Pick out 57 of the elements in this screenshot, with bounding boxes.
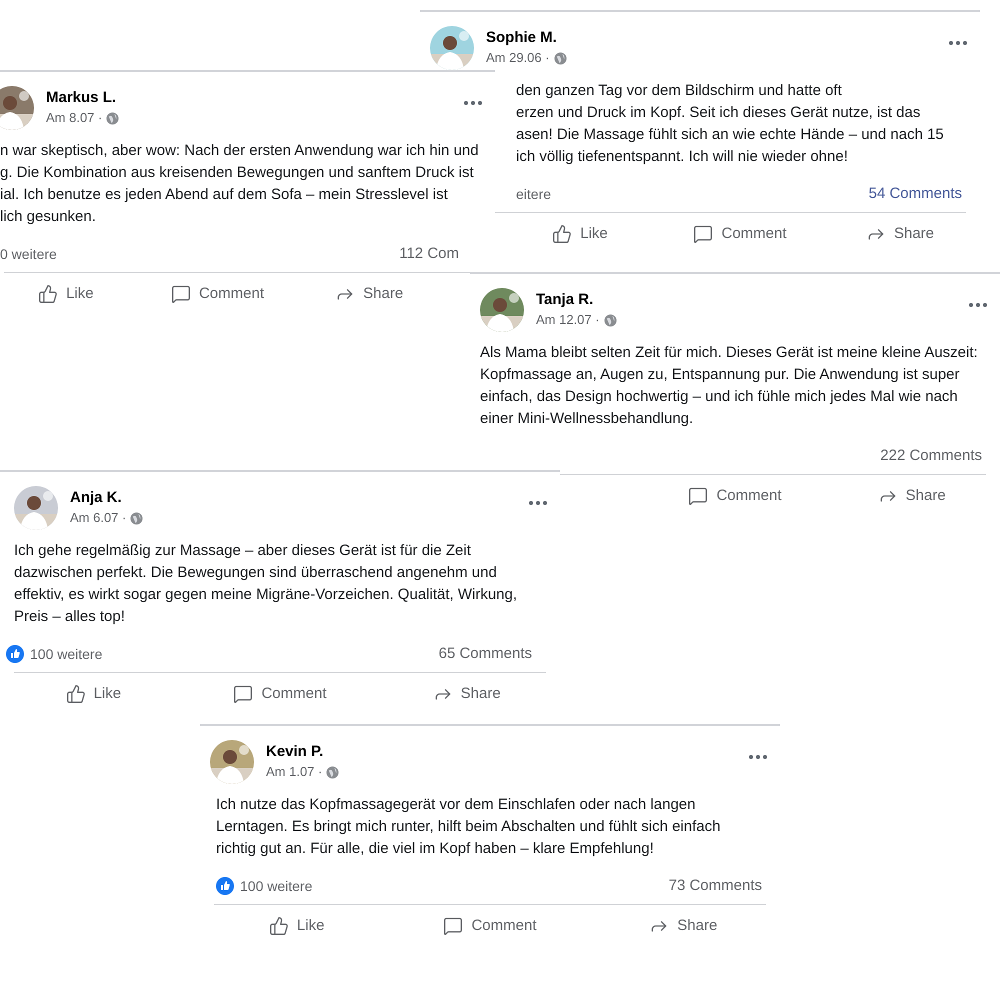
share-button[interactable]: Share <box>586 909 780 944</box>
comment-count[interactable]: 73 Comments <box>668 874 762 898</box>
thumbs-up-icon <box>552 224 572 244</box>
post-text: Als Mama bleibt selten Zeit für mich. Dieses Gerät ist meine kleine Auszeit: Kopfmassage an, Augen zu, Entspannung pur. Die Anwendung ist super einfach, das Design hochwertig – und ich fühle mich jedes Mal wie nach einer Mini-Wellnessbehandlung. <box>479 343 979 429</box>
post-text: Ich nutze das Kopfmassagegerät vor dem Einschlafen oder nach langen Lerntagen. Es bringt mich runter, hilft beim Abschalten und fühlt sich einfach richtig gut an. Für alle, die viel im Kopf haben – klare Empfehlung! <box>215 795 722 859</box>
reaction-count[interactable]: 0 weitere <box>0 244 57 264</box>
author-name[interactable]: Anja K. <box>70 488 144 508</box>
globe-icon <box>106 112 120 124</box>
like-button[interactable]: Like <box>200 909 394 944</box>
author-name[interactable]: Tanja R. <box>536 290 617 310</box>
comment-button[interactable]: Comment <box>660 217 820 252</box>
post-text: Ich gehe regelmäßig zur Massage – aber dieses Gerät ist für die Zeit dazwischen perfekt. Die Bewegungen sind überraschend angenehm und effektiv, es wirkt sogar gegen meine Migräne-Vorzeichen. Qualität, Wirkung, Preis – alles top! <box>13 541 518 627</box>
comment-count[interactable]: 222 Comments <box>880 444 982 468</box>
author-name[interactable]: Sophie M. <box>486 28 567 48</box>
globe-icon <box>604 314 617 326</box>
author-name[interactable]: Markus L. <box>46 88 120 108</box>
post-date: Am 6.07 · <box>70 509 126 528</box>
share-button[interactable]: Share <box>373 677 560 712</box>
comment-button[interactable]: Comment <box>186 677 374 712</box>
globe-icon <box>554 52 567 64</box>
reaction-count[interactable]: 100 weitere <box>30 644 102 664</box>
author-name[interactable]: Kevin P. <box>266 742 340 762</box>
thumbs-up-icon <box>66 684 86 704</box>
comment-button[interactable]: Comment <box>393 909 587 944</box>
more-icon[interactable] <box>528 500 548 506</box>
comment-button[interactable]: Comment <box>142 277 294 312</box>
post-date: Am 1.07 · <box>266 763 322 782</box>
like-button[interactable]: Like <box>0 677 187 712</box>
speech-bubble-icon <box>443 916 464 936</box>
more-icon[interactable] <box>948 40 968 46</box>
share-button[interactable]: Share <box>823 479 1000 514</box>
thumbs-up-icon <box>38 284 58 304</box>
post-date: Am 12.07 · <box>536 311 600 330</box>
like-button[interactable]: Like <box>500 217 660 252</box>
speech-bubble-icon <box>688 486 708 506</box>
globe-icon <box>326 766 340 778</box>
speech-bubble-icon <box>233 684 254 704</box>
comment-count[interactable]: 112 Com <box>399 242 459 266</box>
share-button[interactable]: Share <box>820 217 980 252</box>
more-icon[interactable] <box>748 754 768 760</box>
post-date: Am 29.06 · <box>486 49 550 68</box>
speech-bubble-icon <box>693 224 714 244</box>
comment-count[interactable]: 65 Comments <box>438 642 532 666</box>
post-text: den ganzen Tag vor dem Bildschirm und hatte oft erzen und Druck im Kopf. Seit ich dieses Gerät nutze, ist das asen! Die Massage fühlt sich an wie echte Hände – und nach 15 ich völlig tiefenentspannt. Ich will nie wieder ohne! <box>516 81 945 167</box>
like-button[interactable]: Like <box>0 277 142 312</box>
speech-bubble-icon <box>170 284 191 304</box>
more-icon[interactable] <box>463 100 483 106</box>
thumbs-up-icon <box>268 916 289 936</box>
comment-button[interactable]: Comment <box>646 479 824 514</box>
reaction-count[interactable]: eitere <box>516 184 552 204</box>
globe-icon <box>130 512 144 524</box>
share-button[interactable]: Share <box>293 277 445 312</box>
post-text: n war skeptisch, aber wow: Nach der ersten Anwendung war ich hin und g. Die Kombination aus kreisenden Bewegungen und sanftem Druck ist ial. Ich benutze es jeden Abend auf dem Sofa – mein Stresslevel ist lich gesunken. <box>0 141 480 227</box>
more-icon[interactable] <box>968 302 988 308</box>
comment-count[interactable]: 54 Comments <box>868 182 962 206</box>
reaction-count[interactable]: 100 weitere <box>240 876 312 896</box>
post-date: Am 8.07 · <box>46 109 102 128</box>
